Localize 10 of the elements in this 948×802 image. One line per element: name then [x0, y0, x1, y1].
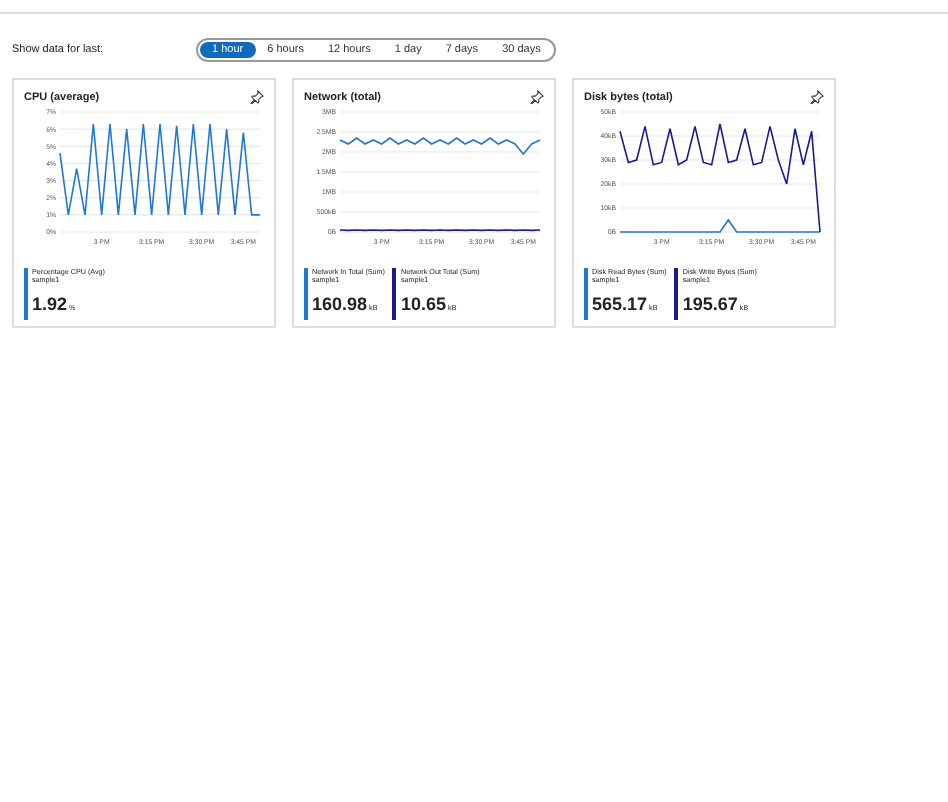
pin-icon[interactable] — [530, 90, 544, 104]
metric-value: 1.92 — [32, 294, 68, 315]
pin-icon[interactable] — [810, 90, 824, 104]
metric-value: 160.98 — [312, 294, 368, 315]
metric-value: 10.65 — [400, 294, 447, 315]
metric-value: 195.67 — [682, 294, 738, 315]
pin-icon[interactable] — [250, 90, 264, 104]
legend-bar — [674, 268, 679, 321]
metric-value: 565.17 — [592, 294, 648, 315]
legend-bar — [392, 268, 397, 321]
